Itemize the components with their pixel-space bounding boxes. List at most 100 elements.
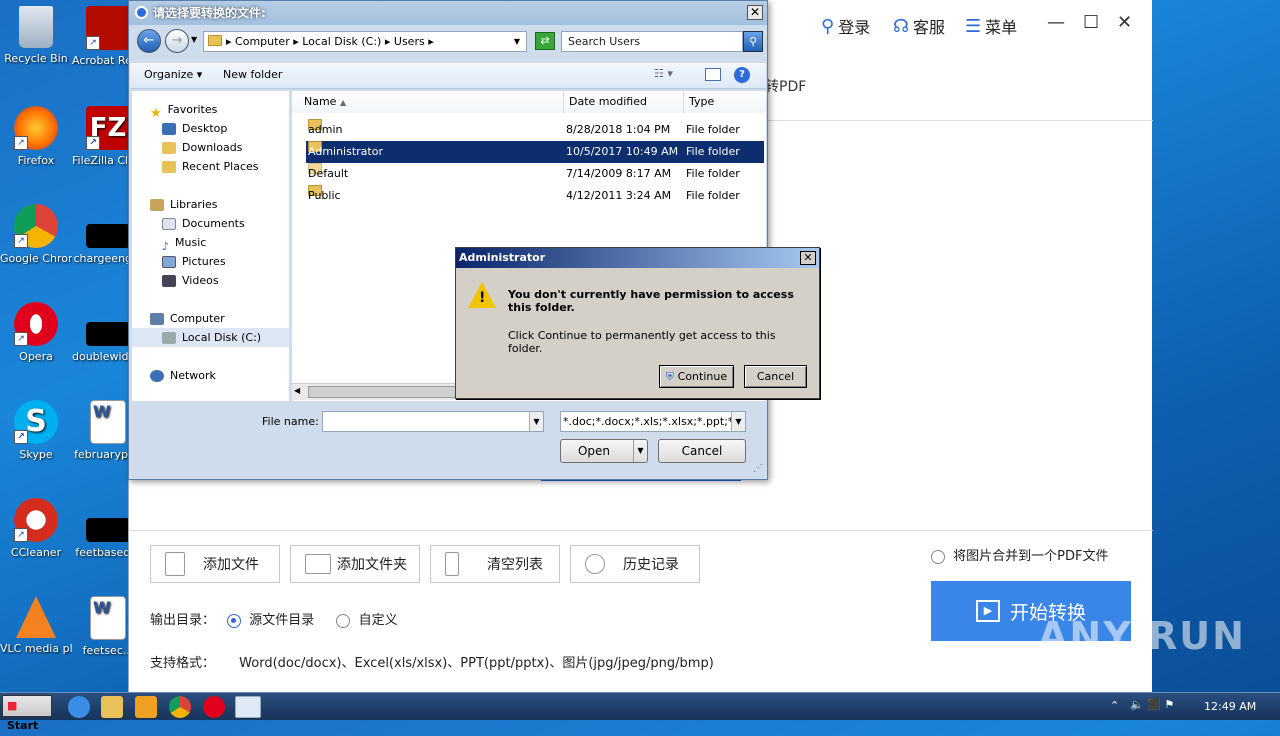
- breadcrumb-item[interactable]: Local Disk (C:) ▸: [302, 35, 390, 48]
- disk-icon: [162, 332, 176, 344]
- nav-favorites[interactable]: ★ Favorites: [150, 100, 217, 121]
- preview-pane-icon[interactable]: [705, 68, 721, 81]
- menu-button[interactable]: ☰ 菜单: [965, 14, 1017, 38]
- history-dropdown-icon[interactable]: ▼: [191, 35, 197, 44]
- clear-list-button[interactable]: 清空列表: [430, 545, 560, 583]
- column-date[interactable]: Date modified: [564, 91, 684, 113]
- service-button[interactable]: ☊ 客服: [893, 14, 945, 38]
- column-type[interactable]: Type: [684, 91, 766, 113]
- app-icon: [135, 6, 148, 19]
- file-name-label: File name:: [262, 415, 319, 428]
- file-type-filter[interactable]: *.doc;*.docx;*.xls;*.xlsx;*.ppt;*.p ▼: [560, 411, 746, 432]
- tray-expand-icon[interactable]: ⌃: [1110, 699, 1119, 712]
- continue-button[interactable]: ⛨ Continue: [659, 365, 734, 388]
- cancel-button[interactable]: Cancel: [658, 439, 746, 463]
- add-folder-button[interactable]: 添加文件夹: [290, 545, 420, 583]
- merge-option[interactable]: 将图片合并到一个PDF文件: [931, 545, 1108, 564]
- nav-videos[interactable]: Videos: [162, 271, 219, 290]
- computer-icon: [150, 313, 164, 325]
- column-name[interactable]: Name ▲: [292, 91, 564, 113]
- minimize-icon[interactable]: —: [1047, 12, 1065, 33]
- open-button[interactable]: Open ▼: [560, 439, 648, 463]
- address-dropdown-icon[interactable]: ▼: [514, 32, 520, 51]
- output-row: 输出目录： 源文件目录 自定义: [150, 613, 398, 628]
- windows-logo-icon: ■: [7, 699, 18, 712]
- folder-icon: [305, 554, 331, 574]
- skype-icon[interactable]: S ↗ Skype: [0, 400, 72, 461]
- clock-icon: [585, 554, 605, 574]
- search-input[interactable]: Search Users: [561, 31, 743, 52]
- user-icon: ⚲: [821, 15, 835, 37]
- file-name-dropdown-icon[interactable]: ▼: [529, 412, 543, 431]
- new-folder-button[interactable]: New folder: [223, 68, 282, 81]
- nav-computer[interactable]: Computer: [150, 309, 225, 328]
- file-icon: [165, 552, 185, 576]
- start-button[interactable]: ■ Start: [2, 695, 52, 732]
- ie-taskbar-icon[interactable]: [68, 696, 90, 718]
- nav-downloads[interactable]: Downloads: [162, 138, 242, 157]
- pdf-converter-taskbar-icon[interactable]: [235, 696, 261, 718]
- tray-icons[interactable]: 🔈 ⬛ ⚑: [1130, 698, 1174, 711]
- recycle-bin-icon[interactable]: Recycle Bin: [0, 6, 72, 65]
- header-divider: [765, 120, 1153, 121]
- back-icon[interactable]: ←: [137, 29, 161, 53]
- custom-dir-radio[interactable]: [336, 613, 351, 628]
- file-row[interactable]: Public 4/12/2011 3:24 AM File folder: [306, 185, 764, 207]
- organize-menu[interactable]: Organize ▾: [144, 68, 202, 81]
- scroll-thumb[interactable]: [308, 386, 458, 398]
- scroll-left-icon[interactable]: ◀: [294, 386, 300, 395]
- resize-grip-icon[interactable]: ⋰: [753, 463, 763, 474]
- maximize-icon[interactable]: ☐: [1083, 12, 1099, 33]
- breadcrumb[interactable]: ▸ Computer ▸ Local Disk (C:) ▸ Users ▸ ▼: [203, 31, 527, 52]
- add-file-button[interactable]: 添加文件: [150, 545, 280, 583]
- nav-documents[interactable]: Documents: [162, 214, 245, 233]
- dialog-close-button[interactable]: ✕: [747, 5, 763, 20]
- music-icon: ♪: [162, 240, 170, 253]
- documents-icon: [162, 218, 176, 230]
- view-icon[interactable]: ☷ ▾: [654, 67, 673, 80]
- firefox-icon[interactable]: ↗ Firefox: [0, 106, 72, 167]
- open-dropdown-icon[interactable]: ▼: [633, 440, 647, 462]
- alert-body: Click Continue to permanently get access…: [508, 329, 776, 355]
- nav-recent-places[interactable]: Recent Places: [162, 157, 259, 176]
- nav-music[interactable]: ♪ Music: [162, 233, 206, 253]
- file-open-dialog: 请选择要转换的文件: ✕ ← → ▼ ▸ Computer ▸ Local Di…: [128, 0, 768, 480]
- nav-pictures[interactable]: Pictures: [162, 252, 226, 271]
- folder-icon: [208, 35, 222, 46]
- source-dir-radio[interactable]: [227, 613, 242, 628]
- dialog-toolbar: Organize ▾ New folder ☷ ▾ ?: [130, 63, 766, 89]
- search-icon[interactable]: ⚲: [743, 31, 763, 52]
- nav-libraries[interactable]: Libraries: [150, 195, 218, 214]
- breadcrumb-item[interactable]: Users ▸: [394, 35, 434, 48]
- opera-icon[interactable]: ↗ Opera: [0, 302, 72, 363]
- file-row[interactable]: Default 7/14/2009 8:17 AM File folder: [306, 163, 764, 185]
- vlc-icon[interactable]: VLC media player: [0, 596, 72, 655]
- nav-desktop[interactable]: Desktop: [162, 119, 227, 138]
- alert-cancel-button[interactable]: Cancel: [744, 365, 807, 388]
- desktop-icon: [162, 123, 176, 135]
- filter-dropdown-icon[interactable]: ▼: [731, 412, 745, 431]
- forward-icon[interactable]: →: [165, 29, 189, 53]
- file-name-input[interactable]: ▼: [322, 411, 544, 432]
- nav-network[interactable]: Network: [150, 366, 216, 385]
- close-icon[interactable]: ✕: [1117, 12, 1132, 33]
- clock: 12:49 AM: [1204, 700, 1257, 713]
- file-row[interactable]: Administrator 10/5/2017 10:49 AM File fo…: [306, 141, 764, 163]
- history-button[interactable]: 历史记录: [570, 545, 700, 583]
- refresh-icon[interactable]: ⇄: [535, 32, 555, 50]
- media-player-taskbar-icon[interactable]: [135, 696, 157, 718]
- header-fragment: 转PDF: [765, 79, 807, 95]
- merge-radio[interactable]: [931, 549, 945, 564]
- breadcrumb-item[interactable]: ▸ Computer ▸: [226, 35, 299, 48]
- explorer-taskbar-icon[interactable]: [101, 696, 123, 718]
- help-icon[interactable]: ?: [734, 67, 750, 83]
- nav-local-disk[interactable]: Local Disk (C:): [132, 328, 289, 347]
- chrome-icon[interactable]: ↗ Google Chrome: [0, 204, 72, 265]
- menu-icon: ☰: [965, 15, 982, 37]
- ccleaner-icon[interactable]: ↗ CCleaner: [0, 498, 72, 559]
- alert-close-button[interactable]: ✕: [800, 251, 816, 265]
- login-button[interactable]: ⚲ 登录: [821, 14, 870, 38]
- file-row[interactable]: admin 8/28/2018 1:04 PM File folder: [306, 119, 764, 141]
- opera-taskbar-icon[interactable]: [203, 696, 225, 718]
- chrome-taskbar-icon[interactable]: [169, 696, 191, 718]
